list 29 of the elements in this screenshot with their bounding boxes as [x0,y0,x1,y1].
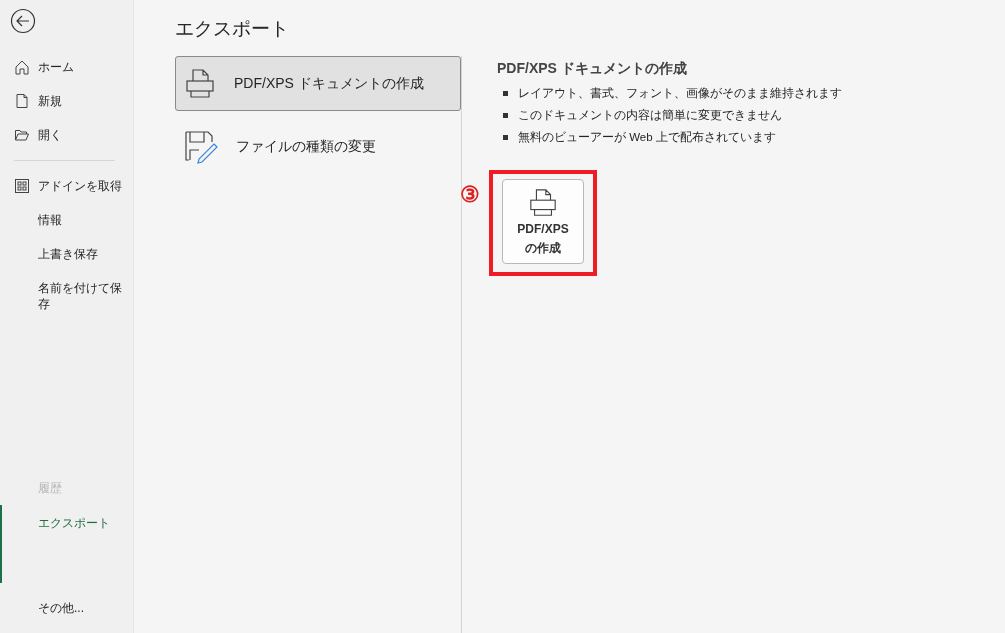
export-option[interactable]: PDF/XPS ドキュメントの作成 [175,56,461,111]
document-icon [14,93,30,109]
back-button[interactable] [10,8,36,34]
sidebar-item[interactable]: その他... [0,591,133,625]
sidebar-item[interactable]: 開く [0,118,133,152]
page-title: エクスポート [175,17,290,41]
printer-icon [528,187,558,218]
sidebar-item[interactable]: エクスポート [0,505,133,583]
step-marker: ③ [459,182,481,208]
bullet-text: 無料のビューアーが Web 上で配布されています [518,130,776,145]
folder-icon [14,127,30,143]
grid-icon [14,178,30,194]
bullet-icon [503,90,508,96]
bullet-icon [503,134,508,140]
save-pen-icon [184,129,218,164]
sidebar-item[interactable]: 情報 [0,203,133,237]
sidebar-item[interactable]: 新規 [0,84,133,118]
printer-icon [184,67,216,100]
bullet-text: このドキュメントの内容は簡単に変更できません [518,108,782,123]
create-pdf-button[interactable]: PDF/XPS の作成 [502,179,584,264]
sidebar-item[interactable]: 名前を付けて保存 [0,271,133,321]
sidebar-item[interactable]: ホーム [0,50,133,84]
bullet-text: レイアウト、書式、フォント、画像がそのまま維持されます [518,86,842,101]
export-option[interactable]: ファイルの種類の変更 [175,119,461,174]
section-heading: PDF/XPS ドキュメントの作成 [497,60,688,78]
sidebar-item[interactable]: アドインを取得 [0,169,133,203]
home-icon [14,59,30,75]
sidebar-item[interactable]: 上書き保存 [0,237,133,271]
bullet-icon [503,112,508,118]
